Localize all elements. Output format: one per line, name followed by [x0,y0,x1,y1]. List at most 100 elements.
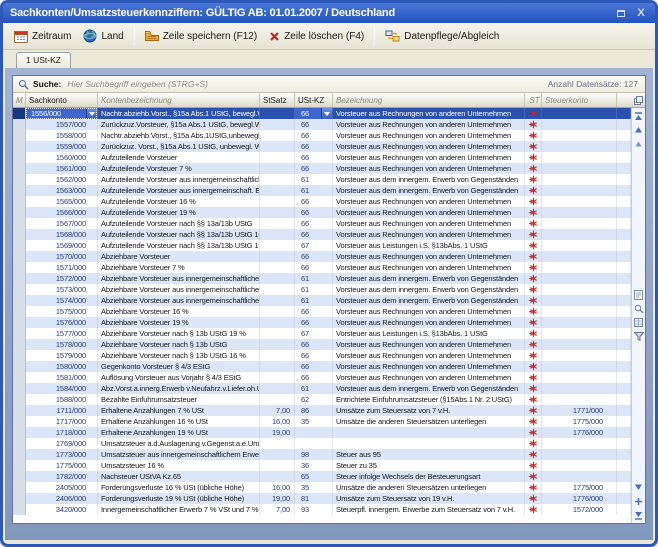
table-row[interactable]: 1560/000 Aufzuteilende Vorsteuer 66 Vors… [13,152,631,163]
bezeichnung-cell: Vorsteuer aus dem innergem. Erwerb von G… [333,383,525,394]
export-icon[interactable] [633,318,644,328]
st-cell [525,229,542,240]
table-row[interactable]: 1579/000 Abziehbare Vorsteuer nach § 13b… [13,350,631,361]
table-row[interactable]: 1562/000 Aufzuteilende Vorsteuer aus inn… [13,174,631,185]
tax-key-icon [529,296,538,305]
zeitraum-label: Zeitraum [32,31,71,42]
table-row[interactable]: 1563/000 Aufzuteilende Vorsteuer aus inn… [13,185,631,196]
ust-kz-cell: 67 [295,328,333,339]
ust-kz-cell: 66 [295,141,333,152]
filler-cell [617,328,631,339]
table-row[interactable]: 1718/000 Erhaltene Anzahlungen 19 % USt … [13,427,631,438]
ust-kz-dropdown[interactable] [321,108,332,119]
insert-row-icon[interactable] [633,496,644,506]
column-header-stsatz[interactable]: StSatz [260,93,295,107]
jump-first-row-icon[interactable] [633,111,644,121]
table-row[interactable]: 1561/000 Aufzuteilende Vorsteuer 7 % 66 … [13,163,631,174]
steuerkonto-cell [542,218,617,229]
table-row[interactable]: 1717/000 Erhaltene Anzahlungen 16 % USt … [13,416,631,427]
sachkonto-cell: 1562/000 [26,174,98,185]
filler-cell [617,372,631,383]
sachkonto-dropdown[interactable] [86,108,97,119]
table-row[interactable]: 1556/000 Nachtr.abziehb.Vorst., §15a Abs… [13,108,631,119]
restore-button[interactable] [614,7,628,20]
column-chooser-icon[interactable] [631,93,645,107]
filler-cell [617,350,631,361]
sachkonto-cell: 2406/000 [26,493,98,504]
table-row[interactable]: 1769/000 Umsatzsteuer a.d.Auslagerung v.… [13,438,631,449]
row-down-icon[interactable] [633,482,644,492]
ust-kz-cell: 66 [295,218,333,229]
table-row[interactable]: 1558/000 Nachtr.abziehb.Vorst., §15a Abs… [13,130,631,141]
table-row[interactable]: 1574/000 Abziehbare Vorsteuer aus innerg… [13,295,631,306]
stsatz-cell [260,141,295,152]
ust-kz-cell: 35 [295,416,333,427]
jump-last-row-icon[interactable] [633,510,644,520]
toolbar-separator [134,27,135,45]
table-row[interactable]: 1578/000 Abziehbare Vorsteuer nach § 13b… [13,339,631,350]
stsatz-cell: 16,00 [260,416,295,427]
table-row[interactable]: 1571/000 Abziehbare Vorsteuer 7 % 66 Vor… [13,262,631,273]
kontenbezeichnung-cell: Abziehbare Vorsteuer nach § 13b UStG 19 … [98,328,260,339]
table-row[interactable]: 1567/000 Aufzuteilende Vorsteuer nach §§… [13,218,631,229]
tax-key-icon [529,241,538,250]
filter-icon[interactable] [633,332,644,342]
land-button[interactable]: Land [77,26,129,46]
table-row[interactable]: 2406/000 Forderungsverluste 19 % USt (üb… [13,493,631,504]
table-row[interactable]: 1570/000 Abziehbare Vorsteuer 66 Vorsteu… [13,251,631,262]
sachkonto-cell: 1588/000 [26,394,98,405]
window-title: Sachkonten/Umsatzsteuerkennziffern: GÜLT… [10,7,395,19]
table-row[interactable]: 2405/000 Forderungsverluste 16 % USt (üb… [13,482,631,493]
column-header-sachkonto[interactable]: Sachkonto [26,93,98,107]
column-header-st[interactable]: ST [525,93,542,107]
table-row[interactable]: 1584/000 Abz.Vorst.a.innerg.Erwerb v.Neu… [13,383,631,394]
table-row[interactable]: 1576/000 Abziehbare Vorsteuer 19 % 66 Vo… [13,317,631,328]
zeile-speichern-button[interactable]: Zeile speichern (F12) [139,27,263,45]
row-marker [13,284,26,295]
sachkonto-cell: 1560/000 [26,152,98,163]
column-header-ust-kz[interactable]: USt-KZ [295,93,333,107]
ust-kz-cell [295,438,333,449]
column-header-bezeichnung[interactable]: Bezeichnung [333,93,525,107]
column-header-marker[interactable]: M [13,93,26,107]
zeile-loeschen-label: Zeile löschen (F4) [284,31,364,42]
table-row[interactable]: 1565/000 Aufzuteilende Vorsteuer 16 % 66… [13,196,631,207]
tax-key-icon [529,120,538,129]
table-row[interactable]: 1566/000 Aufzuteilende Vorsteuer 19 % 66… [13,207,631,218]
table-row[interactable]: 1711/000 Erhaltene Anzahlungen 7 % USt 7… [13,405,631,416]
page-up-icon[interactable] [633,139,644,149]
table-row[interactable]: 3420/000 Innergemeinschaftlicher Erwerb … [13,504,631,515]
table-row[interactable]: 1557/000 Zurückzuz.Vorsteuer, §15a Abs.1… [13,119,631,130]
tab-ust-kz[interactable]: 1 USt-KZ [16,52,71,68]
kontenbezeichnung-cell: Aufzuteilende Vorsteuer aus innergemeins… [98,185,260,196]
table-row[interactable]: 1580/000 Gegenkonto Vorsteuer § 4/3 EStG… [13,361,631,372]
search-input[interactable] [65,78,543,90]
datenpflege-button[interactable]: Datenpflege/Abgleich [379,27,505,45]
report-icon[interactable] [633,290,644,300]
filler-cell [617,185,631,196]
kontenbezeichnung-cell: Innergemeinschaftlicher Erwerb 7 % VSt u… [98,504,260,515]
table-row[interactable]: 1775/000 Umsatzsteuer 16 % 36 Steuer zu … [13,460,631,471]
zoom-icon[interactable] [633,304,644,314]
filler-cell [617,394,631,405]
table-row[interactable]: 1559/000 Zurückzuz. Vorst., §15a Abs.1 U… [13,141,631,152]
table-row[interactable]: 1782/000 Nachsteuer UStVA Kz.65 65 Steue… [13,471,631,482]
table-row[interactable]: 1588/000 Bezahlte Einfuhrumsatzsteuer 62… [13,394,631,405]
table-row[interactable]: 1581/000 Auflösung Vorsteuer aus Vorjahr… [13,372,631,383]
table-row[interactable]: 1577/000 Abziehbare Vorsteuer nach § 13b… [13,328,631,339]
column-header-steuerkonto[interactable]: Steuerkonto [542,93,617,107]
column-header-kontenbezeichnung[interactable]: Kontenbezeichnung [98,93,260,107]
table-row[interactable]: 1568/000 Aufzuteilende Vorsteuer nach §§… [13,229,631,240]
grid-frame: Suche: Anzahl Datensätze: 127 M Sachkont… [12,75,646,524]
zeitraum-button[interactable]: Zeitraum [8,27,77,46]
ust-kz-cell: 66 [295,130,333,141]
table-row[interactable]: 1572/000 Abziehbare Vorsteuer aus innerg… [13,273,631,284]
table-row[interactable]: 1573/000 Abziehbare Vorsteuer aus innerg… [13,284,631,295]
row-up-icon[interactable] [633,125,644,135]
table-row[interactable]: 1575/000 Abziehbare Vorsteuer 16 % 66 Vo… [13,306,631,317]
table-row[interactable]: 1569/000 Aufzuteilende Vorsteuer nach §§… [13,240,631,251]
table-row[interactable]: 1773/000 Umsatzsteuer aus innergemeinsch… [13,449,631,460]
filler-cell [617,196,631,207]
close-button[interactable]: X [634,7,648,20]
zeile-loeschen-button[interactable]: Zeile löschen (F4) [263,28,370,45]
